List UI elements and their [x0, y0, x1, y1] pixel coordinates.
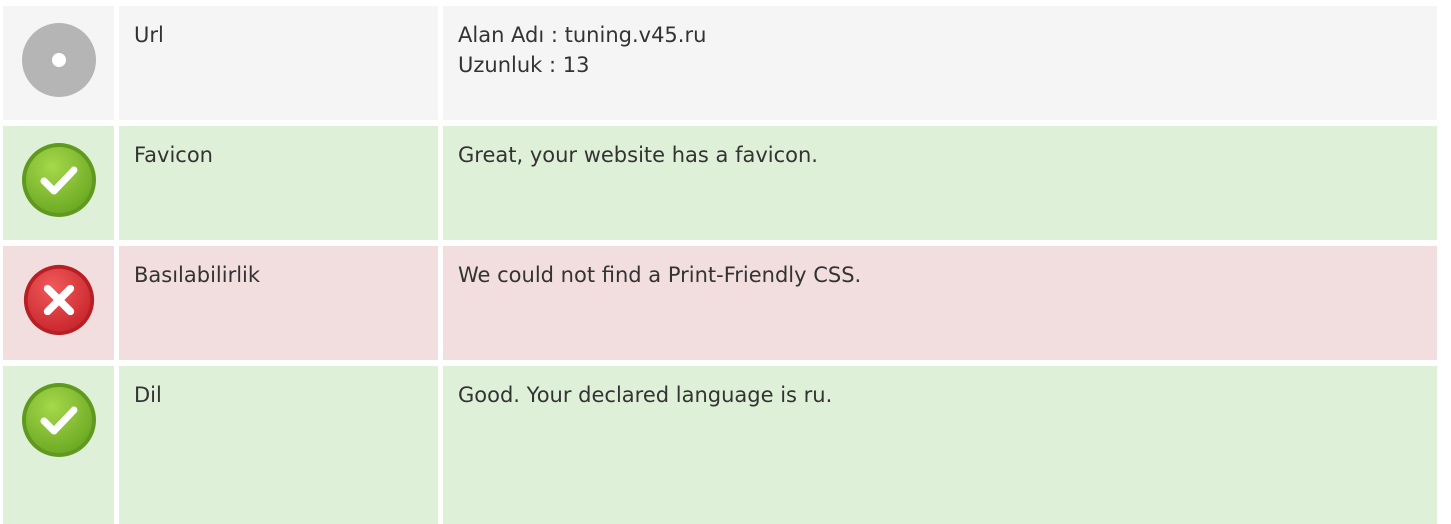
- status-cell: [3, 126, 114, 240]
- check-name-cell: Favicon: [119, 126, 438, 240]
- check-name-cell: Url: [119, 6, 438, 120]
- result-line: Uzunluk : 13: [458, 53, 590, 77]
- result-line: Great, your website has a favicon.: [458, 143, 818, 167]
- check-result-cell: Great, your website has a favicon.: [443, 126, 1437, 240]
- audit-row-url: Url Alan Adı : tuning.v45.ru Uzunluk : 1…: [0, 6, 1451, 120]
- check-name: Dil: [134, 383, 162, 407]
- status-cell: [3, 246, 114, 360]
- cross-icon: [22, 263, 100, 341]
- status-cell: [3, 366, 114, 524]
- check-icon: [20, 381, 98, 459]
- check-name-cell: Basılabilirlik: [119, 246, 438, 360]
- audit-row-printability: Basılabilirlik We could not find a Print…: [0, 246, 1451, 360]
- audit-table: Url Alan Adı : tuning.v45.ru Uzunluk : 1…: [0, 0, 1451, 524]
- check-name: Url: [134, 23, 164, 47]
- audit-row-favicon: Favicon Great, your website has a favico…: [0, 126, 1451, 240]
- check-result-cell: Alan Adı : tuning.v45.ru Uzunluk : 13: [443, 6, 1437, 120]
- result-line: Good. Your declared language is ru.: [458, 383, 833, 407]
- check-icon: [20, 141, 98, 219]
- neutral-dot-icon: [20, 21, 98, 99]
- check-result-cell: Good. Your declared language is ru.: [443, 366, 1437, 524]
- check-result-cell: We could not find a Print-Friendly CSS.: [443, 246, 1437, 360]
- check-name: Favicon: [134, 143, 213, 167]
- check-name-cell: Dil: [119, 366, 438, 524]
- status-cell: [3, 6, 114, 120]
- result-line: We could not find a Print-Friendly CSS.: [458, 263, 862, 287]
- result-line: Alan Adı : tuning.v45.ru: [458, 23, 707, 47]
- audit-row-language: Dil Good. Your declared language is ru.: [0, 366, 1451, 524]
- check-name: Basılabilirlik: [134, 263, 261, 287]
